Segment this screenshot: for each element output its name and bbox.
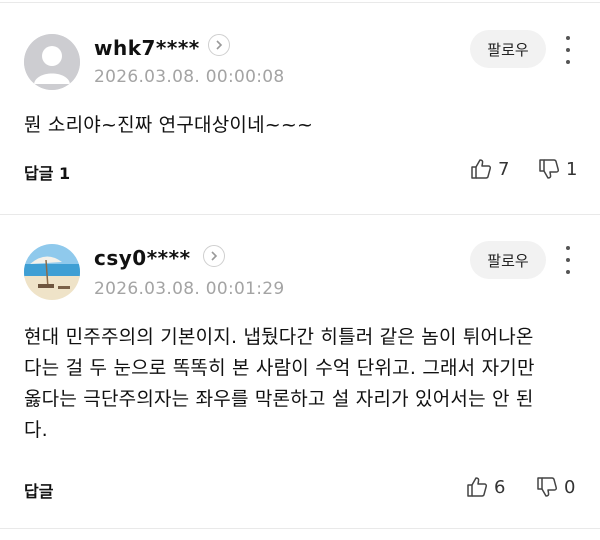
more-options-icon[interactable] bbox=[560, 36, 576, 64]
chevron-right-icon bbox=[216, 40, 223, 50]
comment-body: 뭔 소리야~진짜 연구대상이네~~~ bbox=[24, 114, 314, 136]
dislike-button[interactable]: 0 bbox=[536, 476, 575, 498]
divider bbox=[0, 214, 600, 215]
more-options-icon[interactable] bbox=[560, 246, 576, 274]
divider-top bbox=[0, 2, 600, 3]
comment-username[interactable]: csy0**** bbox=[94, 246, 191, 270]
dislike-count: 1 bbox=[566, 158, 578, 180]
chevron-right-icon bbox=[211, 251, 218, 261]
like-button[interactable]: 6 bbox=[466, 476, 505, 498]
comment-username[interactable]: whk7**** bbox=[94, 36, 200, 60]
like-count: 7 bbox=[498, 158, 510, 180]
thumbs-down-icon bbox=[537, 477, 558, 497]
dislike-button[interactable]: 1 bbox=[538, 158, 577, 180]
beach-photo-avatar[interactable] bbox=[24, 244, 80, 300]
follow-button[interactable]: 팔로우 bbox=[470, 30, 546, 68]
thumbs-up-icon bbox=[471, 159, 492, 179]
thumbs-up-icon bbox=[467, 477, 488, 497]
comment-body: 현대 민주주의의 기본이지. 냅뒀다간 히틀러 같은 놈이 튀어나온다는 걸 두… bbox=[24, 326, 535, 441]
like-button[interactable]: 7 bbox=[470, 158, 509, 180]
default-profile-icon[interactable] bbox=[24, 34, 80, 90]
dislike-count: 0 bbox=[564, 476, 576, 498]
follow-button[interactable]: 팔로우 bbox=[470, 241, 546, 279]
profile-chevron-button[interactable] bbox=[208, 34, 230, 56]
reply-button[interactable]: 답글 bbox=[24, 478, 53, 502]
divider-bottom bbox=[0, 528, 600, 529]
like-count: 6 bbox=[494, 476, 506, 498]
profile-chevron-button[interactable] bbox=[203, 245, 225, 267]
thumbs-down-icon bbox=[539, 159, 560, 179]
comment-timestamp: 2026.03.08. 00:01:29 bbox=[94, 279, 285, 299]
comment-timestamp: 2026.03.08. 00:00:08 bbox=[94, 67, 285, 87]
reply-button[interactable]: 답글 1 bbox=[24, 160, 70, 184]
